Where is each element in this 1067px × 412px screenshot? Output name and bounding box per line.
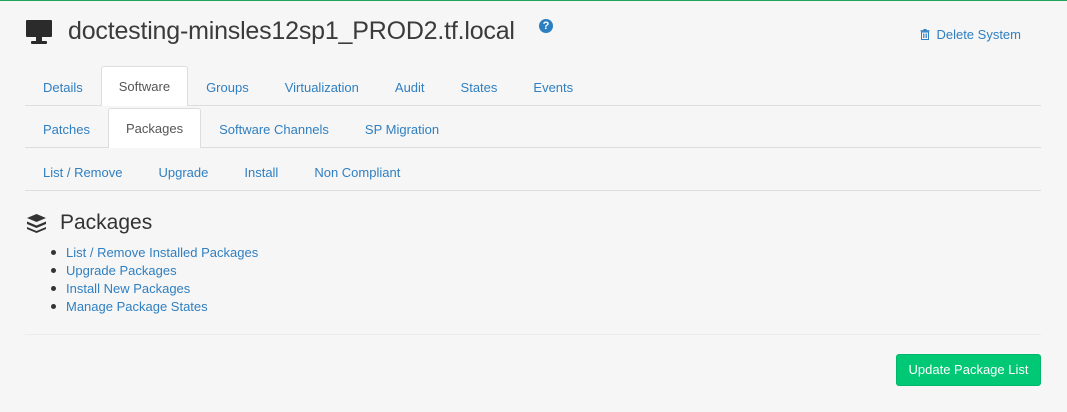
list-item: List / Remove Installed Packages [51,244,1041,262]
help-icon[interactable]: ? [539,19,553,33]
tab-details[interactable]: Details [25,67,101,106]
tab-virtualization[interactable]: Virtualization [267,67,377,106]
section-header: Packages [25,210,1041,236]
update-package-list-button[interactable]: Update Package List [896,354,1041,386]
bullet-icon [51,286,56,291]
delete-system-label: Delete System [936,27,1021,42]
tab-software-channels[interactable]: Software Channels [201,109,347,148]
tab-groups[interactable]: Groups [188,67,267,106]
tab-install[interactable]: Install [226,152,296,191]
tab-packages[interactable]: Packages [107,108,202,148]
list-item: Manage Package States [51,298,1041,316]
tertiary-tabs: List / Remove Upgrade Install Non Compli… [25,148,1041,191]
list-item: Upgrade Packages [51,262,1041,280]
secondary-tabs: Patches Packages Software Channels SP Mi… [25,105,1041,148]
link-upgrade-packages[interactable]: Upgrade Packages [66,263,177,278]
tab-software[interactable]: Software [100,66,189,106]
monitor-icon [26,20,52,44]
tab-upgrade[interactable]: Upgrade [140,152,226,191]
top-accent-bar [0,0,1067,1]
primary-tabs: Details Software Groups Virtualization A… [25,63,1041,106]
tab-non-compliant[interactable]: Non Compliant [296,152,418,191]
tab-list-remove[interactable]: List / Remove [25,152,140,191]
tab-audit[interactable]: Audit [377,67,443,106]
package-links: List / Remove Installed Packages Upgrade… [51,244,1041,316]
tab-events[interactable]: Events [515,67,591,106]
page-title: doctesting-minsles12sp1_PROD2.tf.local [68,17,515,45]
bullet-icon [51,250,56,255]
packages-section: Packages List / Remove Installed Package… [25,210,1041,316]
tab-patches[interactable]: Patches [25,109,108,148]
link-manage-package-states[interactable]: Manage Package States [66,299,208,314]
tab-states[interactable]: States [443,67,516,106]
link-list-remove-installed[interactable]: List / Remove Installed Packages [66,245,258,260]
section-title: Packages [60,211,153,234]
section-divider [25,334,1041,335]
page-header: doctesting-minsles12sp1_PROD2.tf.local ?… [25,16,1041,56]
cubes-icon [27,214,46,233]
link-install-new-packages[interactable]: Install New Packages [66,281,190,296]
bullet-icon [51,304,56,309]
delete-system-button[interactable]: Delete System [920,27,1021,42]
bullet-icon [51,268,56,273]
list-item: Install New Packages [51,280,1041,298]
tab-sp-migration[interactable]: SP Migration [347,109,457,148]
trash-icon [920,29,930,40]
